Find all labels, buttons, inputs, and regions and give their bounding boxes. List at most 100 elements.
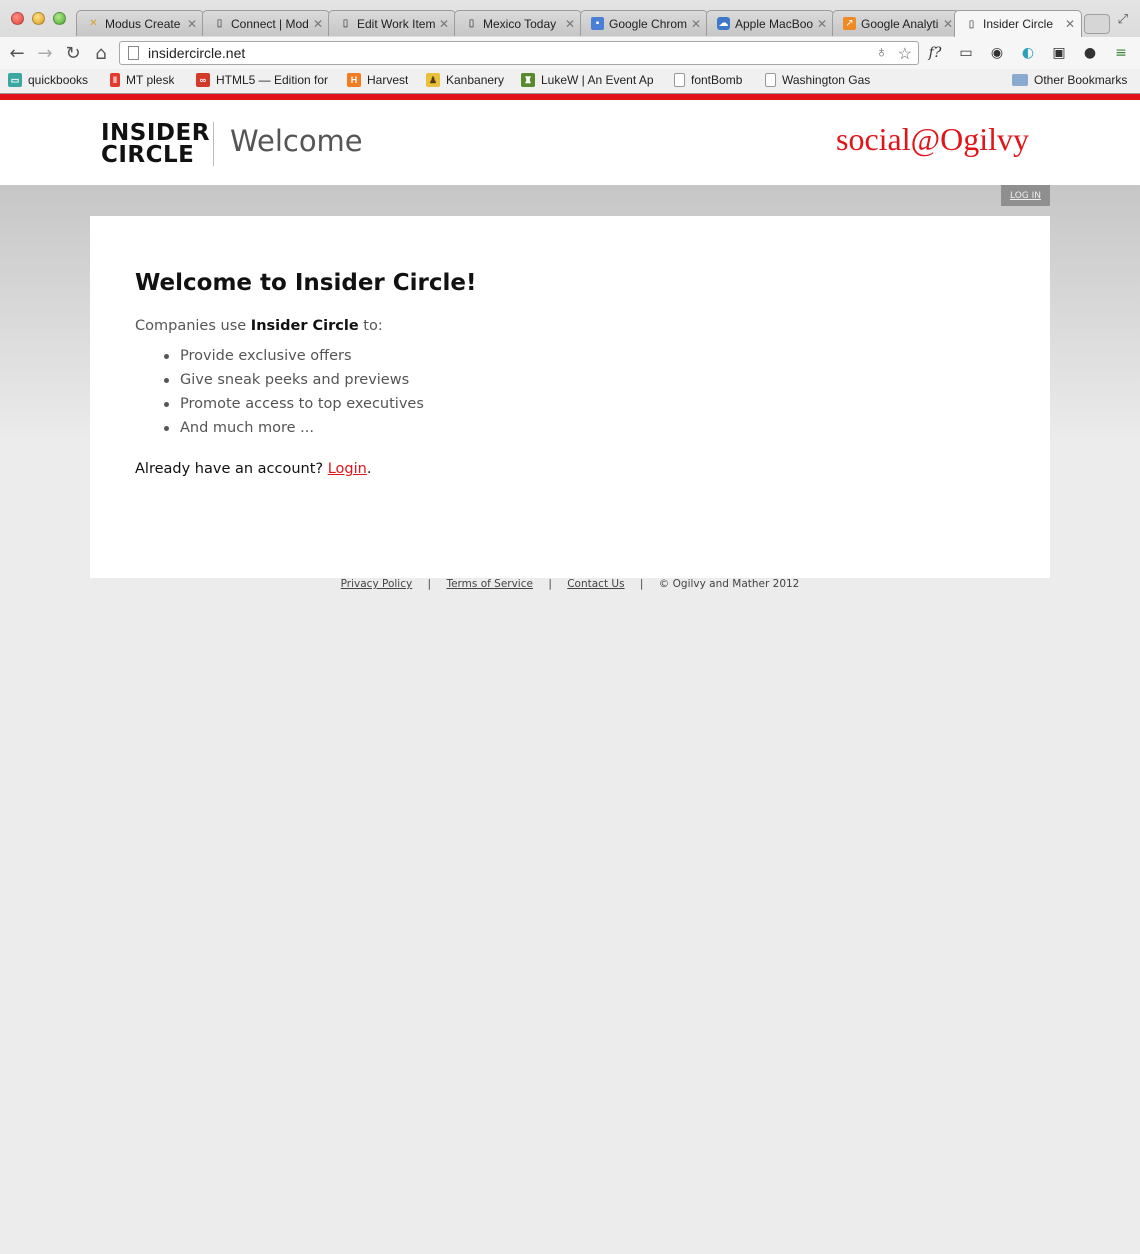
- home-icon[interactable]: ⌂: [90, 42, 112, 64]
- page-title: Welcome: [230, 124, 363, 158]
- feature-list: Provide exclusive offers Give sneak peek…: [135, 344, 424, 440]
- contact-us-link[interactable]: Contact Us: [567, 578, 624, 590]
- zoom-window-button[interactable]: [53, 12, 66, 25]
- tab-title: Mexico Today: [483, 16, 557, 31]
- bookmark-fontbomb[interactable]: fontBomb: [674, 73, 742, 87]
- tab-connect[interactable]: ▯ Connect | Mod ✕: [202, 10, 330, 36]
- page-icon: ▯: [216, 18, 223, 29]
- tab-edit-work-item[interactable]: ▯ Edit Work Item ✕: [328, 10, 456, 36]
- bookmark-quickbooks[interactable]: ▭ quickbooks: [8, 73, 88, 87]
- icloud-icon: ☁: [717, 17, 730, 30]
- bookmark-other-bookmarks[interactable]: Other Bookmarks: [1012, 73, 1127, 87]
- bookmarks-bar: ▭ quickbooks ‖ MT plesk ∞ HTML5 — Editio…: [0, 69, 1140, 93]
- close-window-button[interactable]: [11, 12, 24, 25]
- login-link[interactable]: Login: [328, 461, 367, 477]
- logo-line-2: CIRCLE: [101, 142, 195, 168]
- tab-google-analytics[interactable]: ↗ Google Analyti ✕: [832, 10, 960, 36]
- close-tab-icon[interactable]: ✕: [691, 17, 701, 31]
- plesk-icon: ‖: [110, 73, 120, 87]
- lightbulb-icon[interactable]: ♁: [876, 44, 888, 64]
- camera-icon[interactable]: ▣: [1048, 42, 1070, 64]
- page-icon: ▯: [342, 18, 349, 29]
- close-tab-icon[interactable]: ✕: [313, 17, 323, 31]
- incognito-mask-icon[interactable]: ◉: [986, 42, 1008, 64]
- bookmark-label: fontBomb: [691, 73, 743, 87]
- page-icon: [128, 46, 139, 60]
- bookmark-html5[interactable]: ∞ HTML5 — Edition for: [196, 73, 332, 87]
- bookmark-harvest[interactable]: H Harvest: [347, 73, 408, 87]
- tab-strip: ✕ Modus Create ✕ ▯ Connect | Mod ✕ ▯ Edi…: [76, 10, 1116, 37]
- bookmark-label: quickbooks: [28, 73, 89, 87]
- tab-title: Modus Create: [105, 16, 181, 31]
- minimize-window-button[interactable]: [32, 12, 45, 25]
- analytics-icon: ↗: [843, 17, 856, 30]
- tab-title: Apple MacBook: [735, 16, 813, 31]
- signal-extension-icon[interactable]: ◐: [1017, 42, 1039, 64]
- site-footer: Privacy Policy | Terms of Service | Cont…: [90, 578, 1050, 590]
- social-ogilvy-logo[interactable]: social@Ogilvy: [836, 121, 1029, 158]
- close-tab-icon[interactable]: ✕: [943, 17, 953, 31]
- kanbanery-icon: ♟: [426, 73, 440, 87]
- log-in-button[interactable]: LOG IN: [1001, 185, 1050, 206]
- list-item: And much more ...: [135, 416, 424, 440]
- bookmark-label: LukeW | An Event Ap: [541, 73, 654, 87]
- tab-mexico-today[interactable]: ▯ Mexico Today ✕: [454, 10, 582, 36]
- back-icon[interactable]: ←: [6, 42, 28, 64]
- bookmark-label: MT plesk: [126, 73, 175, 87]
- tab-google-chrome[interactable]: ▪ Google Chrom ✕: [580, 10, 708, 36]
- color-picker-icon[interactable]: ●: [1079, 42, 1101, 64]
- page-icon: [765, 73, 776, 87]
- tab-title: Insider Circle: [983, 17, 1054, 31]
- bookmark-label: Other Bookmarks: [1034, 73, 1128, 87]
- browser-chrome: ✕ Modus Create ✕ ▯ Connect | Mod ✕ ▯ Edi…: [0, 0, 1140, 94]
- page-icon: ▯: [968, 18, 975, 30]
- lukew-icon: ♜: [521, 73, 535, 87]
- new-tab-button[interactable]: [1084, 14, 1110, 34]
- close-tab-icon[interactable]: ✕: [565, 17, 575, 31]
- intro-strong: Insider Circle: [250, 318, 359, 334]
- bookmark-star-icon[interactable]: ☆: [898, 44, 912, 64]
- bookmark-kanbanery[interactable]: ♟ Kanbanery: [426, 73, 504, 87]
- close-tab-icon[interactable]: ✕: [187, 17, 197, 31]
- bookmark-label: Washington Gas: [782, 73, 871, 87]
- tab-title: Google Analyti: [861, 16, 939, 31]
- insider-circle-logo[interactable]: INSIDER CIRCLE: [101, 122, 210, 168]
- bookmark-label: Harvest: [367, 73, 409, 87]
- screen-capture-icon[interactable]: ▭: [955, 42, 977, 64]
- footer-separator: |: [427, 578, 432, 590]
- intro-suffix: to:: [358, 318, 383, 334]
- list-item: Promote access to top executives: [135, 392, 424, 416]
- tab-insider-circle[interactable]: ▯ Insider Circle ✕: [954, 10, 1082, 37]
- address-bar[interactable]: insidercircle.net ♁ ☆: [119, 41, 919, 65]
- bookmark-label: HTML5 — Edition for: [216, 73, 329, 87]
- privacy-policy-link[interactable]: Privacy Policy: [341, 578, 413, 590]
- quickbooks-icon: ▭: [8, 73, 22, 87]
- page-icon: [674, 73, 685, 87]
- wrench-menu-icon[interactable]: ≡: [1110, 42, 1132, 64]
- address-text: insidercircle.net: [148, 45, 246, 61]
- site-header: INSIDER CIRCLE Welcome social@Ogilvy: [0, 100, 1140, 185]
- bookmark-lukew[interactable]: ♜ LukeW | An Event Ap: [521, 73, 657, 87]
- header-divider: [213, 122, 214, 166]
- close-tab-icon[interactable]: ✕: [439, 17, 449, 31]
- close-tab-icon[interactable]: ✕: [817, 17, 827, 31]
- forward-icon[interactable]: →: [34, 42, 56, 64]
- reload-icon[interactable]: ↻: [62, 42, 84, 64]
- font-inspector-icon[interactable]: f?: [924, 42, 946, 64]
- bookmark-mt-plesk[interactable]: ‖ MT plesk: [110, 73, 174, 87]
- modus-favicon-icon: ✕: [89, 18, 98, 29]
- welcome-heading: Welcome to Insider Circle!: [135, 270, 477, 296]
- terms-of-service-link[interactable]: Terms of Service: [446, 578, 533, 590]
- tab-modus-create[interactable]: ✕ Modus Create ✕: [76, 10, 204, 36]
- tab-title: Edit Work Item: [357, 16, 435, 31]
- close-tab-icon[interactable]: ✕: [1065, 17, 1075, 31]
- bookmark-label: Kanbanery: [446, 73, 505, 87]
- welcome-card: Welcome to Insider Circle! Companies use…: [90, 216, 1050, 578]
- fullscreen-icon[interactable]: ⤢: [1118, 12, 1128, 27]
- intro-text: Companies use Insider Circle to:: [135, 318, 383, 334]
- list-item: Give sneak peeks and previews: [135, 368, 424, 392]
- bookmark-washington-gas[interactable]: Washington Gas: [765, 73, 870, 87]
- tab-apple-macbook[interactable]: ☁ Apple MacBook ✕: [706, 10, 834, 36]
- footer-separator: |: [639, 578, 644, 590]
- folder-icon: [1012, 74, 1028, 86]
